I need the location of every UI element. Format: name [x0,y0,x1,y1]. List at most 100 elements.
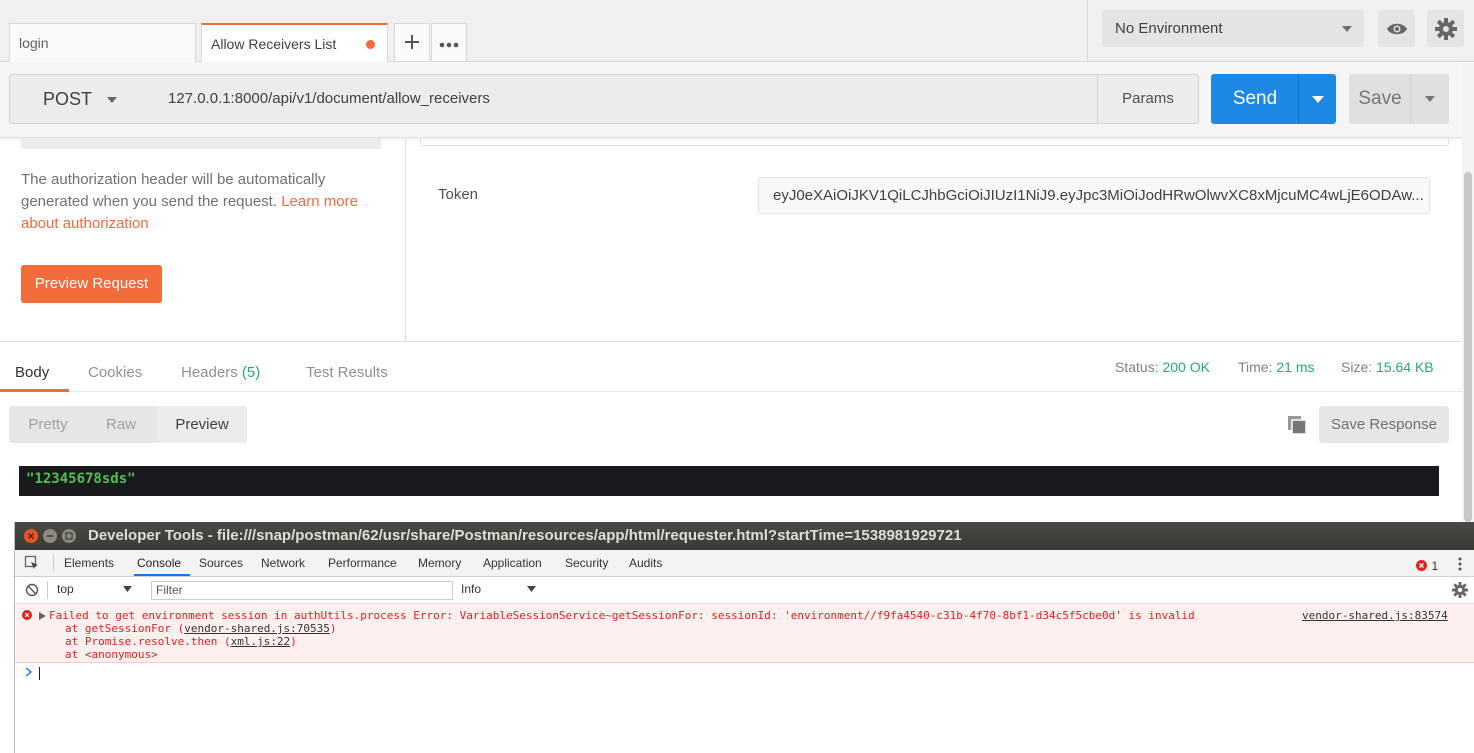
devtools-tab-memory[interactable]: Memory [418,556,461,570]
environment-bar: No Environment [1087,0,1474,62]
response-body-preview: "12345678sds" [19,466,1439,496]
error-icon [1416,560,1427,571]
auth-type-select[interactable] [21,138,381,149]
tab-headers[interactable]: Headers (5) [181,364,260,381]
console-input[interactable] [39,667,40,680]
devtools-tab-console[interactable]: Console [137,556,181,570]
format-preview-button[interactable]: Preview [157,406,247,443]
time-value: 21 ms [1276,359,1315,375]
preview-request-button[interactable]: Preview Request [21,265,162,303]
stack-frame: at <anonymous> [65,648,158,661]
log-level-value: Info [461,582,482,596]
method-select[interactable]: POST [9,74,155,124]
new-tab-button[interactable] [394,23,430,61]
devtools-tab-performance[interactable]: Performance [328,556,397,570]
save-response-button[interactable]: Save Response [1319,406,1449,443]
tab-headers-label: Headers [181,364,238,381]
tab-label: Allow Receivers List [211,36,337,52]
send-button[interactable]: Send [1211,74,1299,124]
tab-body[interactable]: Body [15,364,49,381]
environment-select[interactable]: No Environment [1102,10,1364,47]
request-url-bar: POST 127.0.0.1:8000/api/v1/document/allo… [0,62,1462,138]
devtools-tab-application[interactable]: Application [483,556,542,570]
environment-quick-look-button[interactable] [1378,10,1415,47]
minimize-icon [47,535,53,537]
caret-down-icon [123,586,132,592]
auth-type-pane: The authorization header will be automat… [0,138,406,341]
devtools-tab-sources[interactable]: Sources [199,556,243,570]
status-value: 200 OK [1162,359,1210,375]
devtools-title: Developer Tools - file:///snap/postman/6… [88,527,962,544]
devtools-title-bar: Developer Tools - file:///snap/postman/6… [15,522,1474,550]
params-button[interactable]: Params [1097,74,1199,124]
scrollbar-thumb[interactable] [1464,172,1472,522]
stack-frame-suffix: ) [329,622,337,635]
triangle-right-icon [39,612,46,620]
main-scrollbar[interactable] [1462,62,1474,522]
manage-environments-button[interactable] [1427,10,1464,47]
tab-cookies[interactable]: Cookies [88,364,142,381]
stack-frame: at Promise.resolve.then (xml.js:22) [65,635,297,648]
context-select[interactable]: top [57,582,135,599]
console-settings-button[interactable] [1452,582,1468,603]
window-close-button[interactable] [24,529,38,543]
save-button[interactable]: Save [1349,74,1411,124]
cursor-inspect-icon [24,555,38,569]
error-count-badge[interactable]: 1 [1416,557,1438,575]
devtools-tab-bar: Elements Console Sources Network Perform… [15,550,1474,577]
gear-icon [1452,582,1468,598]
vertical-ellipsis-icon [1458,557,1462,571]
format-pretty-button[interactable]: Pretty [9,406,87,443]
save-options-button[interactable] [1410,74,1449,124]
request-tab-bar: login Allow Receivers List [0,0,1087,62]
error-icon [22,610,32,623]
devtools-tab-elements[interactable]: Elements [64,556,114,570]
tab-test-results[interactable]: Test Results [306,364,388,381]
expand-error-button[interactable] [39,610,46,623]
window-maximize-button[interactable] [62,529,76,543]
stack-frame-link[interactable]: vendor-shared.js:70535 [184,622,330,635]
stack-frame-link[interactable]: xml.js:22 [231,635,291,648]
clear-console-button[interactable] [25,583,39,602]
url-input[interactable]: 127.0.0.1:8000/api/v1/document/allow_rec… [154,74,1098,124]
response-body-text: "12345678sds" [26,471,136,487]
log-level-select[interactable]: Info [461,582,541,596]
token-input[interactable]: eyJ0eXAiOiJKV1QiLCJhbGciOiJIUzI1NiJ9.eyJ… [758,177,1430,214]
size-label: Size: [1341,359,1373,375]
response-tabs: Body Cookies Headers (5) Test Results St… [0,341,1462,392]
console-filter-input[interactable]: Filter [151,581,453,600]
format-raw-button[interactable]: Raw [87,406,155,443]
console-error-entry: Failed to get environment session in aut… [15,604,1474,663]
inspect-element-button[interactable] [24,555,40,576]
maximize-icon [65,532,73,540]
method-value: POST [43,89,93,109]
more-tabs-button[interactable] [431,23,467,61]
error-source-link[interactable]: vendor-shared.js:83574 [1302,609,1448,622]
devtools-tab-audits[interactable]: Audits [629,556,662,570]
error-message: Failed to get environment session in aut… [49,609,1195,622]
copy-response-button[interactable] [1286,414,1308,436]
console-prompt-icon [25,666,33,680]
copy-icon [1288,416,1307,435]
unsaved-dot-icon [366,40,375,49]
stack-frame: at getSessionFor (vendor-shared.js:70535… [65,622,337,635]
divider [420,138,1449,146]
chevron-down-icon [1342,26,1352,32]
devtools-tab-security[interactable]: Security [565,556,608,570]
tab-login[interactable]: login [9,23,196,62]
devtools-tab-network[interactable]: Network [261,556,305,570]
devtools-menu-button[interactable] [1457,556,1463,577]
size-value: 15.64 KB [1376,359,1434,375]
chevron-right-icon [25,667,33,677]
send-options-button[interactable] [1298,74,1336,124]
plus-icon [405,35,419,49]
close-icon [28,533,34,539]
chevron-down-icon [107,97,117,103]
status-label: Status: [1115,359,1159,375]
error-circle-icon [22,610,32,620]
tab-allow-receivers-list[interactable]: Allow Receivers List [201,23,388,62]
token-label: Token [438,186,479,203]
divider [47,581,48,599]
context-value: top [57,582,74,596]
window-minimize-button[interactable] [43,529,57,543]
